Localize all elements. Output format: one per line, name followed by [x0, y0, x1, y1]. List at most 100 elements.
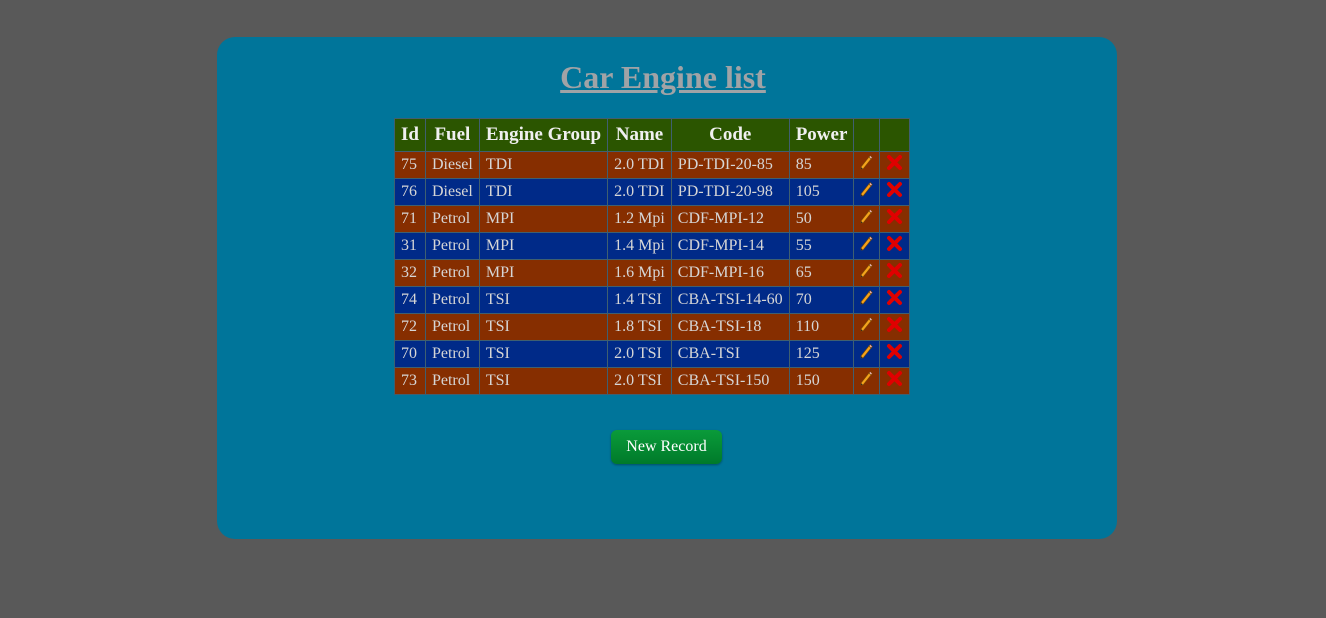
cell-name: 2.0 TSI: [607, 340, 672, 368]
table-row: 70 Petrol TSI 2.0 TSI CBA-TSI 125: [394, 340, 911, 368]
delete-icon[interactable]: [886, 181, 903, 203]
column-header-delete: [879, 118, 911, 152]
cell-fuel: Petrol: [424, 313, 480, 341]
cell-engine-group: TDI: [478, 178, 609, 206]
cell-id: 70: [394, 340, 426, 368]
cell-fuel: Petrol: [424, 232, 480, 260]
delete-icon[interactable]: [886, 343, 903, 365]
delete-icon[interactable]: [886, 262, 903, 284]
cell-code: CBA-TSI-150: [670, 367, 790, 395]
cell-id: 31: [394, 232, 426, 260]
pencil-icon[interactable]: [860, 317, 874, 337]
cell-code: CDF-MPI-12: [670, 205, 790, 233]
delete-icon[interactable]: [886, 289, 903, 311]
cell-engine-group: TSI: [478, 340, 609, 368]
delete-icon[interactable]: [886, 370, 903, 392]
cell-name: 1.8 TSI: [607, 313, 672, 341]
delete-icon[interactable]: [886, 154, 903, 176]
cell-power: 55: [788, 232, 855, 260]
cell-delete: [879, 340, 911, 368]
delete-icon[interactable]: [886, 208, 903, 230]
column-header-code: Code: [670, 118, 790, 152]
cell-name: 2.0 TDI: [607, 178, 672, 206]
cell-fuel: Petrol: [424, 340, 480, 368]
cell-id: 75: [394, 151, 426, 179]
cell-id: 72: [394, 313, 426, 341]
pencil-icon[interactable]: [860, 371, 874, 391]
pencil-icon[interactable]: [860, 236, 874, 256]
cell-name: 1.4 Mpi: [607, 232, 672, 260]
cell-power: 65: [788, 259, 855, 287]
cell-engine-group: MPI: [478, 259, 609, 287]
table-row: 32 Petrol MPI 1.6 Mpi CDF-MPI-16 65: [394, 259, 911, 287]
cell-power: 110: [788, 313, 855, 341]
cell-delete: [879, 313, 911, 341]
cell-delete: [879, 286, 911, 314]
cell-code: PD-TDI-20-98: [670, 178, 790, 206]
cell-code: CBA-TSI-14-60: [670, 286, 790, 314]
cell-engine-group: TSI: [478, 367, 609, 395]
cell-code: CDF-MPI-16: [670, 259, 790, 287]
pencil-icon[interactable]: [860, 290, 874, 310]
cell-power: 125: [788, 340, 855, 368]
cell-delete: [879, 205, 911, 233]
cell-name: 1.6 Mpi: [607, 259, 672, 287]
cell-fuel: Petrol: [424, 259, 480, 287]
cell-code: CBA-TSI-18: [670, 313, 790, 341]
cell-id: 74: [394, 286, 426, 314]
pencil-icon[interactable]: [860, 209, 874, 229]
pencil-icon[interactable]: [860, 155, 874, 175]
pencil-icon[interactable]: [860, 263, 874, 283]
cell-engine-group: MPI: [478, 232, 609, 260]
pencil-icon[interactable]: [860, 344, 874, 364]
cell-edit: [853, 205, 881, 233]
delete-icon[interactable]: [886, 235, 903, 257]
cell-name: 1.4 TSI: [607, 286, 672, 314]
cell-id: 32: [394, 259, 426, 287]
cell-delete: [879, 259, 911, 287]
cell-fuel: Petrol: [424, 205, 480, 233]
cell-fuel: Diesel: [424, 151, 480, 179]
delete-icon[interactable]: [886, 316, 903, 338]
pencil-icon[interactable]: [860, 182, 874, 202]
table-row: 76 Diesel TDI 2.0 TDI PD-TDI-20-98 105: [394, 178, 911, 206]
cell-delete: [879, 178, 911, 206]
cell-edit: [853, 340, 881, 368]
cell-edit: [853, 367, 881, 395]
cell-code: CBA-TSI: [670, 340, 790, 368]
cell-edit: [853, 313, 881, 341]
table-row: 75 Diesel TDI 2.0 TDI PD-TDI-20-85 85: [394, 151, 911, 179]
cell-power: 105: [788, 178, 855, 206]
cell-code: PD-TDI-20-85: [670, 151, 790, 179]
cell-delete: [879, 232, 911, 260]
table-row: 31 Petrol MPI 1.4 Mpi CDF-MPI-14 55: [394, 232, 911, 260]
column-header-engine-group: Engine Group: [478, 118, 609, 152]
cell-power: 150: [788, 367, 855, 395]
cell-delete: [879, 367, 911, 395]
cell-id: 71: [394, 205, 426, 233]
cell-name: 2.0 TDI: [607, 151, 672, 179]
cell-engine-group: MPI: [478, 205, 609, 233]
column-header-name: Name: [607, 118, 672, 152]
cell-edit: [853, 259, 881, 287]
cell-engine-group: TSI: [478, 313, 609, 341]
engine-table: Id Fuel Engine Group Name Code Power 75 D…: [394, 118, 911, 395]
new-record-button[interactable]: New Record: [611, 430, 722, 464]
cell-power: 50: [788, 205, 855, 233]
page-title: Car Engine list: [560, 59, 766, 95]
cell-id: 76: [394, 178, 426, 206]
cell-edit: [853, 151, 881, 179]
cell-power: 85: [788, 151, 855, 179]
cell-fuel: Petrol: [424, 286, 480, 314]
column-header-edit: [853, 118, 881, 152]
cell-fuel: Diesel: [424, 178, 480, 206]
column-header-fuel: Fuel: [424, 118, 480, 152]
cell-edit: [853, 178, 881, 206]
table-header-row: Id Fuel Engine Group Name Code Power: [394, 118, 911, 152]
table-row: 73 Petrol TSI 2.0 TSI CBA-TSI-150 150: [394, 367, 911, 395]
column-header-id: Id: [394, 118, 426, 152]
table-body: 75 Diesel TDI 2.0 TDI PD-TDI-20-85 85 76 Diesel…: [394, 151, 911, 395]
cell-edit: [853, 286, 881, 314]
cell-delete: [879, 151, 911, 179]
cell-name: 1.2 Mpi: [607, 205, 672, 233]
